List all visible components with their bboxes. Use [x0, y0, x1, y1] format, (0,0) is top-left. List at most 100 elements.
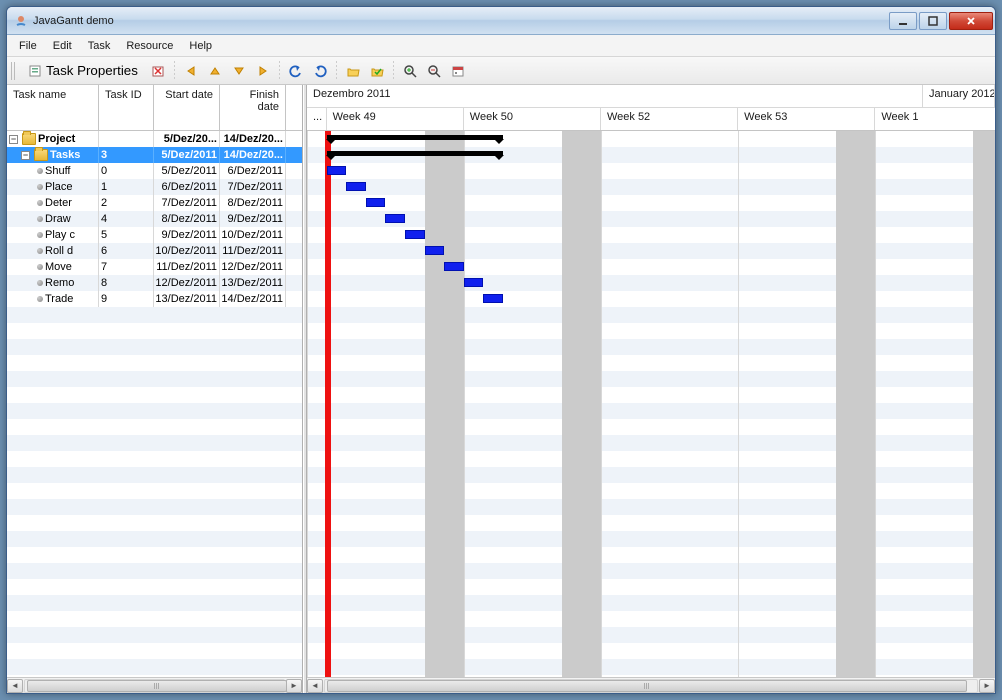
zoom-out-button[interactable] [423, 60, 445, 82]
arrow-left-icon [184, 64, 198, 78]
menu-task[interactable]: Task [80, 38, 119, 54]
toolbar-grip[interactable] [11, 62, 17, 80]
column-start-date[interactable]: Start date [154, 85, 220, 130]
gantt-hscrollbar[interactable]: ◄ ► [307, 677, 995, 693]
tree-body[interactable]: −Project5/Dez/20...14/Dez/20...−Tasks35/… [7, 131, 302, 677]
weekend-band [973, 131, 995, 677]
row-label: Remo [45, 277, 74, 289]
delete-task-button[interactable] [147, 60, 169, 82]
table-row[interactable]: Roll d610/Dez/201111/Dez/2011 [7, 243, 302, 259]
scroll-thumb[interactable] [327, 680, 967, 692]
task-properties-label: Task Properties [46, 63, 138, 78]
cell-start: 13/Dez/2011 [154, 291, 220, 307]
task-bar[interactable] [346, 182, 366, 191]
maximize-button[interactable] [919, 12, 947, 30]
timeline-week[interactable]: Week 50 [464, 108, 601, 130]
table-row[interactable]: Play c59/Dez/201110/Dez/2011 [7, 227, 302, 243]
collapse-icon[interactable]: − [9, 135, 18, 144]
cell-finish: 7/Dez/2011 [220, 179, 286, 195]
timeline-week[interactable]: ... [307, 108, 327, 130]
column-task-name[interactable]: Task name [7, 85, 99, 130]
task-bar[interactable] [464, 278, 484, 287]
cell-start: 11/Dez/2011 [154, 259, 220, 275]
minimize-button[interactable] [889, 12, 917, 30]
cell-start: 5/Dez/2011 [154, 163, 220, 179]
close-button[interactable] [949, 12, 993, 30]
timeline-week[interactable]: Week 53 [738, 108, 875, 130]
task-bar[interactable] [483, 294, 503, 303]
open-checked-button[interactable] [366, 60, 388, 82]
goto-date-button[interactable] [447, 60, 469, 82]
cell-id [99, 131, 154, 147]
timeline-month-left[interactable]: Dezembro 2011 [307, 85, 923, 107]
table-row[interactable]: Trade913/Dez/201114/Dez/2011 [7, 291, 302, 307]
folder-check-icon [370, 64, 384, 78]
row-label: Draw [45, 213, 71, 225]
menu-help[interactable]: Help [181, 38, 220, 54]
table-row[interactable]: Place16/Dez/20117/Dez/2011 [7, 179, 302, 195]
calendar-icon [451, 64, 465, 78]
zoom-in-icon [403, 64, 417, 78]
cell-name: Roll d [7, 243, 99, 259]
menu-resource[interactable]: Resource [118, 38, 181, 54]
task-bar[interactable] [385, 214, 405, 223]
undo-button[interactable] [285, 60, 307, 82]
collapse-icon[interactable]: − [21, 151, 30, 160]
task-bar[interactable] [327, 166, 347, 175]
timeline-month-right[interactable]: January 2012 [923, 85, 995, 107]
table-row[interactable]: −Tasks35/Dez/201114/Dez/20... [7, 147, 302, 163]
titlebar[interactable]: JavaGantt demo [7, 7, 995, 35]
zoom-out-icon [427, 64, 441, 78]
scroll-left-button[interactable]: ◄ [307, 679, 323, 693]
move-up-button[interactable] [204, 60, 226, 82]
grid-line [464, 131, 465, 677]
summary-bar[interactable] [327, 135, 503, 140]
gantt-body[interactable] [307, 131, 995, 677]
redo-button[interactable] [309, 60, 331, 82]
scroll-thumb[interactable] [27, 680, 287, 692]
task-properties-button[interactable]: Task Properties [21, 60, 145, 82]
tree-hscrollbar[interactable]: ◄ ► [7, 677, 302, 693]
scroll-right-button[interactable]: ► [979, 679, 995, 693]
task-bar[interactable] [425, 246, 445, 255]
task-icon [37, 216, 43, 222]
task-icon [37, 280, 43, 286]
timeline-week[interactable]: Week 52 [601, 108, 738, 130]
scroll-track[interactable] [324, 679, 978, 693]
task-icon [37, 184, 43, 190]
indent-button[interactable] [252, 60, 274, 82]
cell-start: 7/Dez/2011 [154, 195, 220, 211]
table-row[interactable]: Deter27/Dez/20118/Dez/2011 [7, 195, 302, 211]
menu-edit[interactable]: Edit [45, 38, 80, 54]
cell-finish: 14/Dez/20... [220, 147, 286, 163]
table-row[interactable]: Shuff05/Dez/20116/Dez/2011 [7, 163, 302, 179]
task-bar[interactable] [366, 198, 386, 207]
tree-pane: Task name Task ID Start date Finish date… [7, 85, 303, 693]
cell-id: 6 [99, 243, 154, 259]
undo-icon [289, 64, 303, 78]
cell-finish: 6/Dez/2011 [220, 163, 286, 179]
summary-bar[interactable] [327, 151, 503, 156]
cell-name: Place [7, 179, 99, 195]
table-row[interactable]: Remo812/Dez/201113/Dez/2011 [7, 275, 302, 291]
timeline-week[interactable]: Week 1 [875, 108, 995, 130]
menu-file[interactable]: File [11, 38, 45, 54]
open-button[interactable] [342, 60, 364, 82]
move-down-button[interactable] [228, 60, 250, 82]
java-icon [13, 13, 29, 29]
table-row[interactable]: Draw48/Dez/20119/Dez/2011 [7, 211, 302, 227]
scroll-track[interactable] [24, 679, 285, 693]
column-task-id[interactable]: Task ID [99, 85, 154, 130]
timeline-week[interactable]: Week 49 [327, 108, 464, 130]
scroll-left-button[interactable]: ◄ [7, 679, 23, 693]
table-row[interactable]: −Project5/Dez/20...14/Dez/20... [7, 131, 302, 147]
zoom-in-button[interactable] [399, 60, 421, 82]
task-icon [37, 200, 43, 206]
column-finish-date[interactable]: Finish date [220, 85, 286, 130]
scroll-right-button[interactable]: ► [286, 679, 302, 693]
table-row[interactable]: Move711/Dez/201112/Dez/2011 [7, 259, 302, 275]
outdent-button[interactable] [180, 60, 202, 82]
task-bar[interactable] [444, 262, 464, 271]
row-label: Trade [45, 293, 73, 305]
task-bar[interactable] [405, 230, 425, 239]
